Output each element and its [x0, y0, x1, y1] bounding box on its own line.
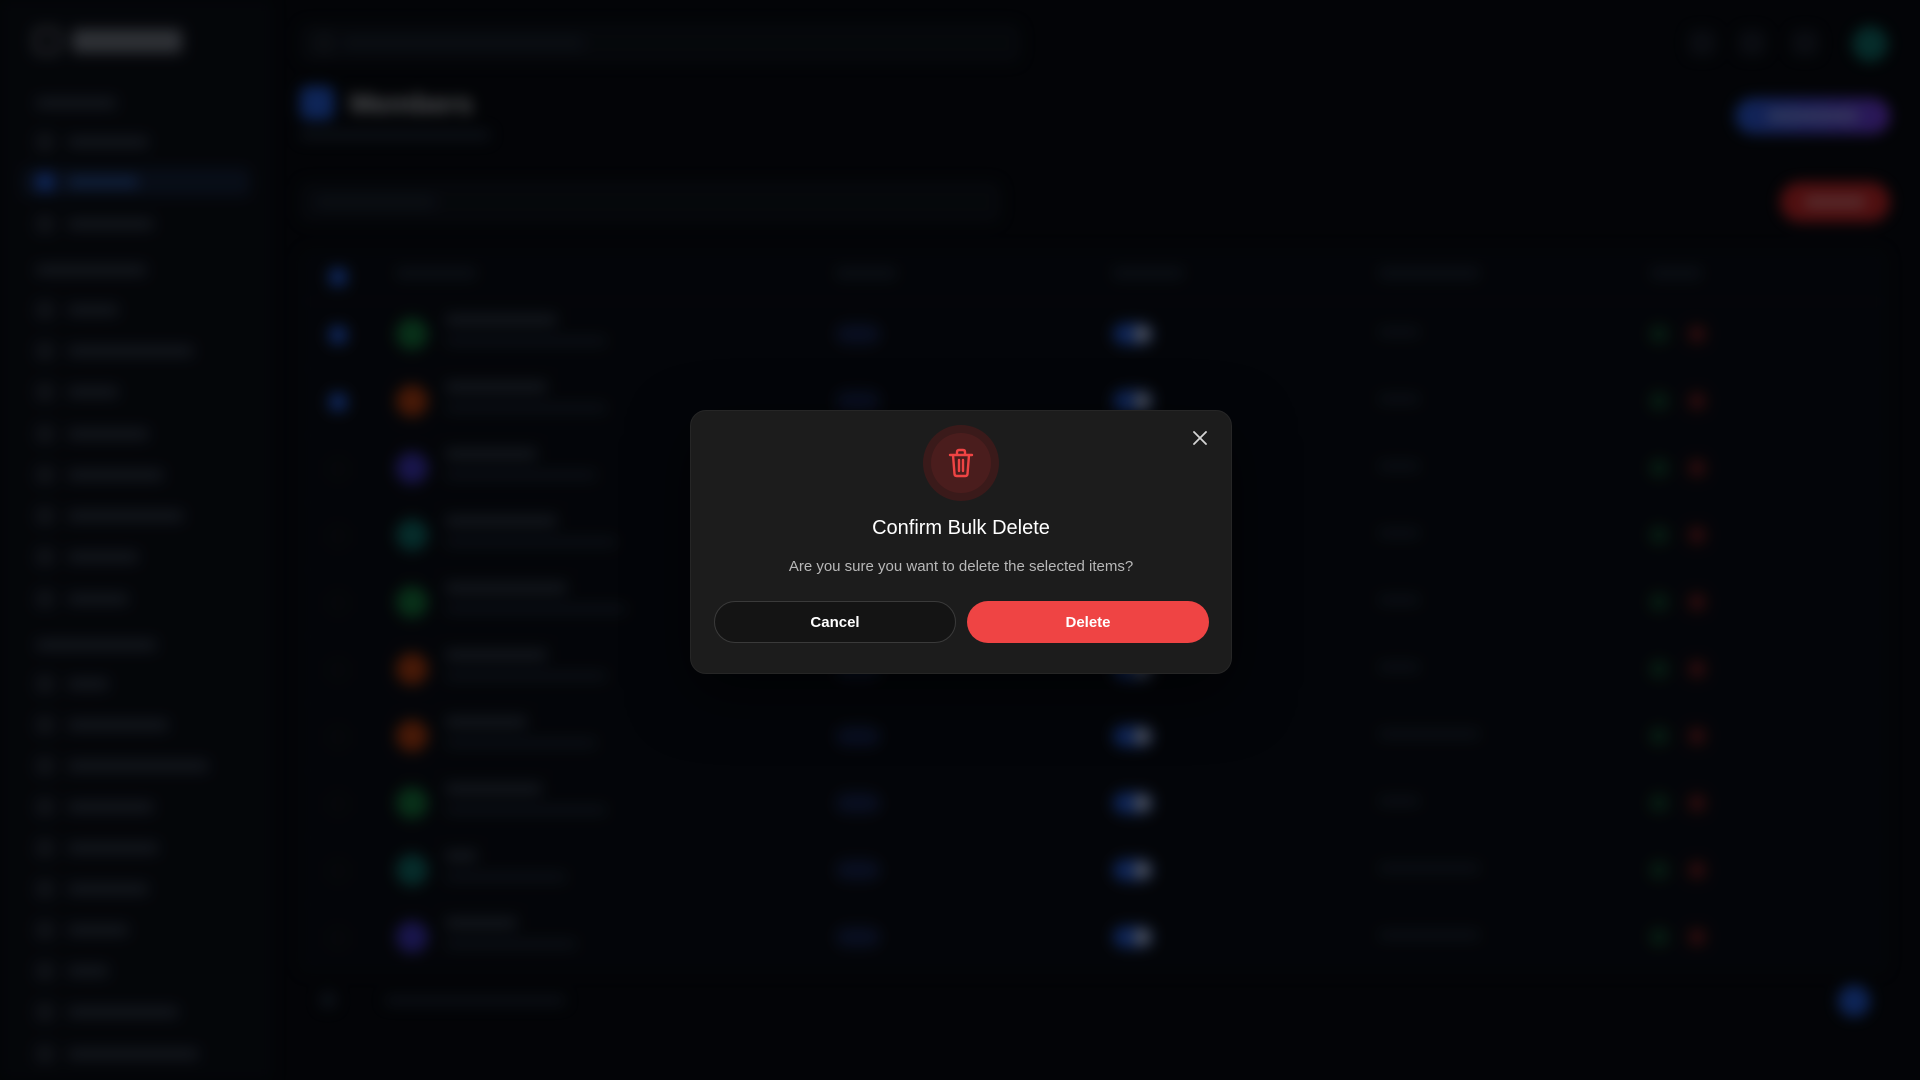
confirm-delete-dialog: Confirm Bulk Delete Are you sure you wan…: [690, 410, 1232, 674]
close-button[interactable]: [1187, 425, 1213, 451]
close-icon: [1193, 431, 1207, 445]
dialog-title: Confirm Bulk Delete: [872, 517, 1050, 539]
delete-button[interactable]: Delete: [967, 601, 1209, 643]
trash-icon: [948, 448, 974, 478]
dialog-message: Are you sure you want to delete the sele…: [788, 558, 1134, 575]
cancel-button[interactable]: Cancel: [714, 601, 956, 643]
trash-icon-badge: [923, 425, 999, 501]
